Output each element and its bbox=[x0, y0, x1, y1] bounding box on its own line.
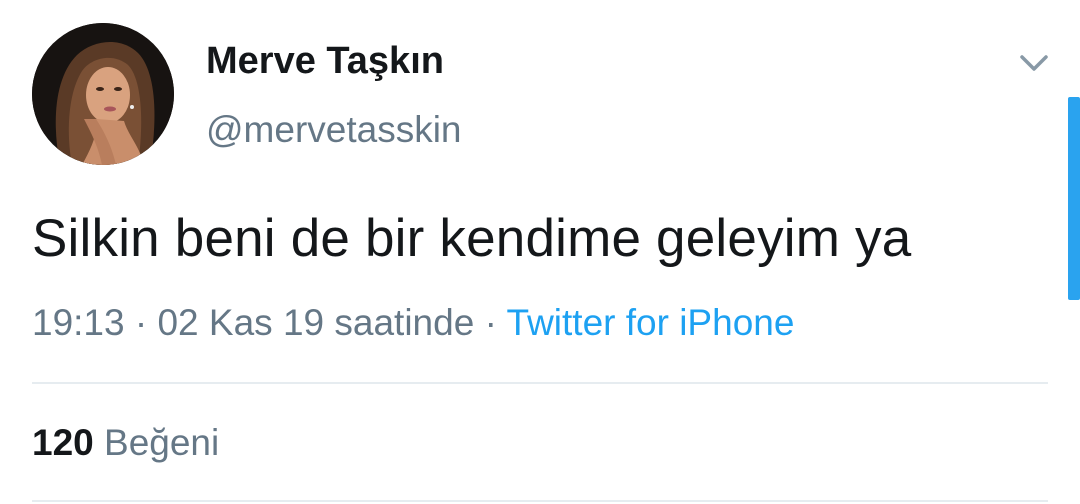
divider bbox=[32, 382, 1048, 384]
avatar[interactable] bbox=[32, 23, 174, 165]
tweet-time[interactable]: 19:13 bbox=[32, 302, 125, 343]
tweet-text: Silkin beni de bir kendime geleyim ya bbox=[32, 209, 912, 268]
avatar-image bbox=[32, 23, 174, 165]
divider bbox=[32, 500, 1048, 502]
likes-count: 120 bbox=[32, 422, 94, 463]
meta-separator: · bbox=[484, 302, 497, 343]
author-display-name[interactable]: Merve Taşkın bbox=[206, 40, 444, 83]
chevron-down-icon[interactable] bbox=[1014, 48, 1054, 78]
tweet-date[interactable]: 02 Kas 19 saatinde bbox=[157, 302, 474, 343]
scrollbar[interactable] bbox=[1068, 97, 1080, 300]
tweet-detail: Merve Taşkın @mervetasskin Silkin beni d… bbox=[0, 0, 1080, 504]
tweet-source-link[interactable]: Twitter for iPhone bbox=[507, 302, 795, 343]
author-handle[interactable]: @mervetasskin bbox=[206, 109, 462, 151]
likes-stat[interactable]: 120 Beğeni bbox=[32, 422, 219, 464]
meta-separator: · bbox=[134, 302, 148, 343]
likes-label: Beğeni bbox=[104, 422, 220, 463]
tweet-meta: 19:13 · 02 Kas 19 saatinde · Twitter for… bbox=[32, 302, 794, 344]
